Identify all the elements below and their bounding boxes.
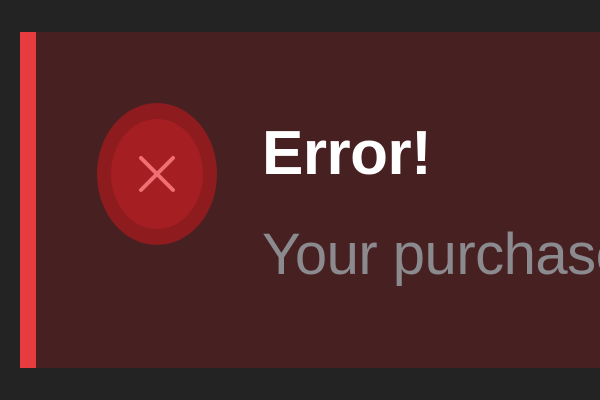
toast-accent-bar: [20, 32, 36, 368]
toast-message: Your purchase: [262, 222, 600, 287]
error-toast: Error! Your purchase: [20, 32, 600, 368]
error-x-circle-icon: [97, 103, 217, 245]
screen: Error! Your purchase: [0, 0, 600, 400]
toast-title: Error!: [262, 119, 432, 188]
